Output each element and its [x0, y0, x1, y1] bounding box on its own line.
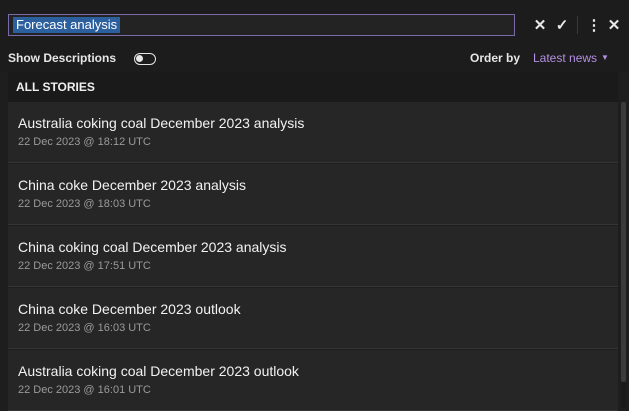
- toggle-knob: [136, 55, 143, 62]
- more-vertical-icon: ⋮: [586, 17, 602, 34]
- search-field[interactable]: Forecast analysis: [8, 14, 515, 36]
- story-list: Australia coking coal December 2023 anal…: [8, 102, 618, 411]
- list-item[interactable]: Australia coking coal December 2023 anal…: [8, 102, 618, 163]
- story-timestamp: 22 Dec 2023 @ 16:01 UTC: [18, 384, 151, 396]
- list-item[interactable]: China coke December 2023 outlook 22 Dec …: [8, 288, 618, 349]
- story-timestamp: 22 Dec 2023 @ 18:03 UTC: [18, 198, 151, 210]
- story-title: China coking coal December 2023 analysis: [18, 239, 287, 255]
- more-options-button[interactable]: ⋮: [585, 14, 603, 36]
- close-panel-button[interactable]: ✕: [605, 14, 623, 36]
- search-input[interactable]: [9, 15, 514, 35]
- story-title: China coke December 2023 outlook: [18, 301, 241, 317]
- scrollbar-thumb[interactable]: [621, 102, 626, 382]
- scrollbar[interactable]: [621, 102, 626, 408]
- close-icon: ✕: [533, 17, 547, 34]
- toolbar-divider: [577, 16, 578, 34]
- story-title: China coke December 2023 analysis: [18, 177, 247, 193]
- show-descriptions-label: Show Descriptions: [8, 51, 117, 65]
- story-title: Australia coking coal December 2023 anal…: [18, 115, 305, 131]
- check-icon: ✓: [555, 17, 569, 34]
- show-descriptions-toggle[interactable]: [134, 53, 156, 65]
- forecast-panel: Forecast analysis ✕ ✓ ⋮ ✕ Show Descripti…: [0, 0, 629, 411]
- list-item[interactable]: China coking coal December 2023 analysis…: [8, 226, 618, 287]
- section-title: ALL STORIES: [16, 80, 95, 94]
- clear-search-button[interactable]: ✕: [531, 14, 549, 36]
- confirm-search-button[interactable]: ✓: [553, 14, 571, 36]
- chevron-down-icon: ▼: [601, 53, 609, 62]
- list-item[interactable]: Australia coking coal December 2023 outl…: [8, 350, 618, 411]
- story-timestamp: 22 Dec 2023 @ 18:12 UTC: [18, 136, 151, 148]
- order-by-label: Order by: [470, 51, 521, 65]
- section-header: ALL STORIES: [8, 72, 618, 103]
- order-by-dropdown[interactable]: Latest news ▼: [533, 51, 609, 65]
- list-item[interactable]: China coke December 2023 analysis 22 Dec…: [8, 164, 618, 225]
- options-row: Show Descriptions Order by Latest news ▼: [0, 46, 629, 72]
- order-by-value: Latest news: [533, 51, 598, 65]
- close-icon: ✕: [607, 17, 621, 34]
- story-title: Australia coking coal December 2023 outl…: [18, 363, 299, 379]
- story-timestamp: 22 Dec 2023 @ 16:03 UTC: [18, 322, 151, 334]
- story-timestamp: 22 Dec 2023 @ 17:51 UTC: [18, 260, 151, 272]
- search-bar: Forecast analysis ✕ ✓ ⋮ ✕: [0, 0, 629, 46]
